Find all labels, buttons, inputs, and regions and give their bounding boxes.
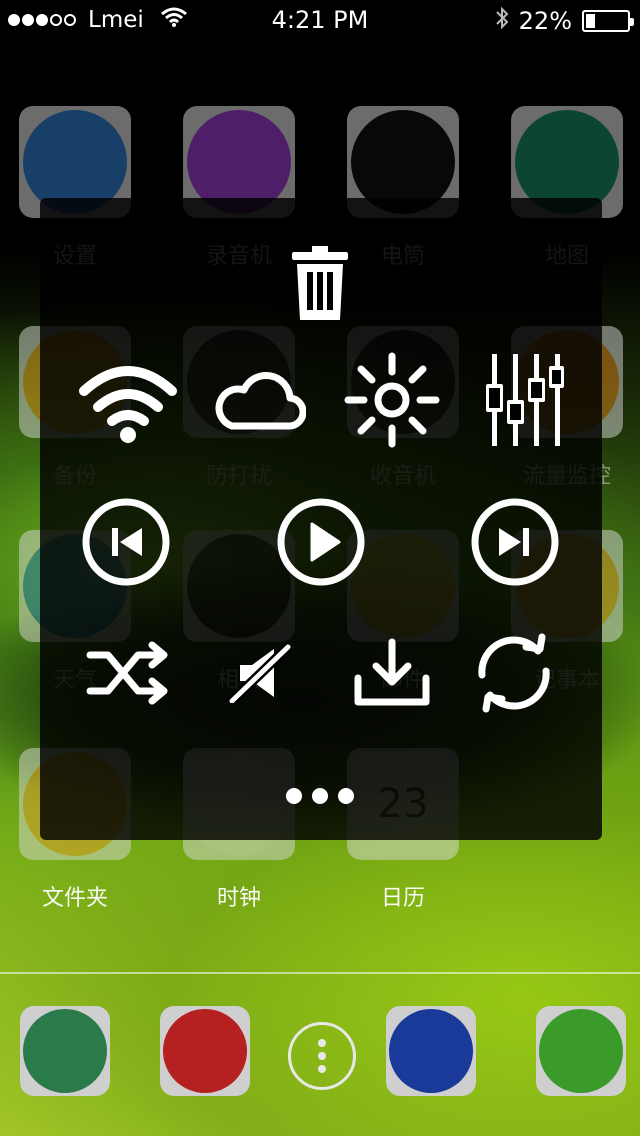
cloud-toggle[interactable] (202, 348, 318, 452)
music-icon[interactable] (386, 1006, 476, 1096)
more-options-button[interactable] (270, 768, 370, 824)
trash-button[interactable] (270, 238, 370, 328)
phone-icon[interactable] (20, 1006, 110, 1096)
battery-percent: 22% (518, 7, 572, 35)
dock-icon-artwork (389, 1009, 473, 1093)
messages-icon[interactable] (536, 1006, 626, 1096)
shuffle-button[interactable] (70, 628, 186, 718)
download-icon (354, 638, 430, 706)
bluetooth-icon (495, 6, 509, 36)
app-label: 时钟 (216, 886, 261, 911)
play-button[interactable] (271, 492, 371, 592)
brightness-toggle[interactable] (334, 348, 450, 452)
dock-divider (0, 972, 640, 974)
equalizer-button[interactable] (466, 348, 582, 452)
more-vertical-icon[interactable] (288, 1022, 356, 1090)
app-label: 文件夹 (41, 886, 108, 911)
equalizer-icon (486, 354, 564, 446)
dock-icon-artwork (163, 1009, 247, 1093)
shuffle-icon (86, 641, 168, 705)
trash-icon (292, 246, 348, 320)
next-track-icon (471, 498, 559, 586)
download-button[interactable] (334, 628, 450, 718)
previous-track-icon (82, 498, 170, 586)
app-label: 日历 (380, 886, 425, 911)
refresh-button[interactable] (456, 628, 572, 718)
next-track-button[interactable] (465, 492, 565, 592)
status-bar: Lmei 4:21 PM 22% (0, 0, 640, 40)
play-icon (277, 498, 365, 586)
battery-fill (586, 14, 595, 28)
previous-track-button[interactable] (76, 492, 176, 592)
wifi-icon (79, 366, 177, 443)
mute-icon (228, 643, 292, 703)
dock-icon-artwork (539, 1009, 623, 1093)
contacts-icon[interactable] (160, 1006, 250, 1096)
brightness-icon (344, 352, 440, 448)
status-right: 22% (495, 6, 634, 36)
dock-icon-artwork (23, 1009, 107, 1093)
mute-button[interactable] (202, 628, 318, 718)
quick-control-panel (40, 198, 602, 840)
cloud-icon (215, 371, 306, 430)
more-horizontal-icon (286, 788, 354, 804)
wifi-toggle[interactable] (70, 348, 186, 452)
refresh-icon (478, 633, 550, 713)
battery-icon (582, 10, 634, 32)
